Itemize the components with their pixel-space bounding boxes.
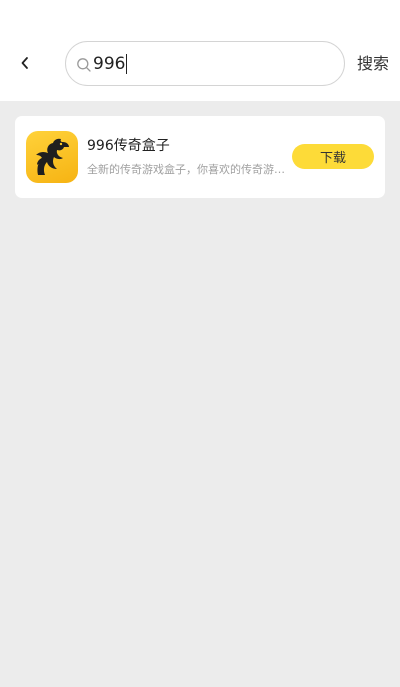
search-header: 996 搜索 <box>0 0 400 101</box>
search-field[interactable]: 996 <box>65 41 345 86</box>
search-input[interactable]: 996 <box>93 52 128 76</box>
text-caret <box>126 54 128 74</box>
search-query-text: 996 <box>93 54 126 74</box>
search-icon <box>77 58 91 72</box>
app-description: 全新的传奇游戏盒子，你喜欢的传奇游戏都在这里 <box>87 163 285 176</box>
result-card[interactable]: 996传奇盒子 全新的传奇游戏盒子，你喜欢的传奇游戏都在这里 下载 <box>15 116 385 198</box>
back-button[interactable] <box>14 52 36 74</box>
chevron-left-icon <box>21 57 28 69</box>
dragon-logo-icon <box>26 131 78 183</box>
app-name: 996传奇盒子 <box>87 138 170 154</box>
download-button[interactable]: 下载 <box>292 144 374 169</box>
search-button[interactable]: 搜索 <box>357 52 389 76</box>
